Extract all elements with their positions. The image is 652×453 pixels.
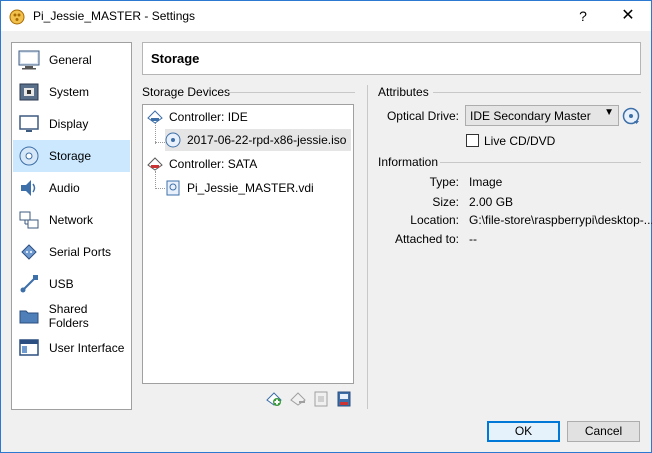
info-location-value: G:\file-store\raspberrypi\desktop-...	[469, 213, 652, 227]
storage-devices-title: Storage Devices	[142, 85, 231, 99]
live-cd-label[interactable]: Live CD/DVD	[484, 134, 555, 148]
window-title: Pi_Jessie_MASTER - Settings	[33, 9, 196, 23]
ok-button[interactable]: OK	[487, 421, 560, 442]
sidebar-item-system[interactable]: System	[13, 76, 130, 108]
information-divider	[440, 162, 641, 163]
sidebar-item-storage[interactable]: Storage	[13, 140, 130, 172]
settings-window: Pi_Jessie_MASTER - Settings ? ✕ General …	[0, 0, 652, 453]
remove-controller-icon	[290, 391, 306, 410]
sidebar-item-label: Storage	[49, 149, 92, 163]
info-attached-value: --	[469, 232, 477, 246]
info-size-label: Size:	[432, 195, 459, 209]
sidebar-item-user-interface[interactable]: User Interface	[13, 332, 130, 364]
attributes-title: Attributes	[378, 85, 429, 99]
attachment-iso[interactable]: 2017-06-22-rpd-x86-jessie.iso	[165, 129, 351, 151]
storage-icon	[17, 144, 41, 168]
info-type-value: Image	[469, 175, 503, 189]
sidebar-item-label: Serial Ports	[49, 245, 112, 259]
display-icon	[17, 112, 41, 136]
sidebar-item-audio[interactable]: Audio	[13, 172, 130, 204]
chevron-down-icon: ▼	[604, 107, 614, 118]
usb-icon	[17, 272, 41, 296]
sidebar-item-label: Shared Folders	[48, 302, 89, 330]
sidebar-item-display[interactable]: Display	[13, 108, 130, 140]
controller-sata-label: Controller: SATA	[169, 157, 258, 171]
sidebar-item-label: Network	[49, 213, 94, 227]
user-interface-icon	[17, 336, 41, 360]
sata-controller-icon	[147, 156, 163, 172]
help-button[interactable]: ?	[571, 1, 595, 31]
optical-drive-select[interactable]: IDE Secondary Master ▼	[465, 105, 619, 126]
attachment-vdi[interactable]: Pi_Jessie_MASTER.vdi	[165, 177, 351, 199]
sidebar-item-usb[interactable]: USB	[13, 268, 130, 300]
audio-icon	[17, 176, 41, 200]
info-location-label: Location:	[410, 213, 459, 227]
sidebar-item-label: Display	[49, 117, 89, 131]
sidebar-item-label: Audio	[49, 181, 80, 195]
live-cd-checkbox[interactable]	[466, 134, 479, 147]
close-button[interactable]: ✕	[605, 1, 651, 31]
storage-tree[interactable]: Controller: IDE 2017-06-22-rpd-x86-jessi…	[142, 104, 354, 384]
shared-folders-icon	[17, 304, 41, 328]
optical-disc-chooser-icon	[622, 107, 640, 128]
optical-drive-value: IDE Secondary Master	[470, 109, 591, 123]
attachment-vdi-label: Pi_Jessie_MASTER.vdi	[187, 181, 314, 195]
attributes-divider	[433, 92, 641, 93]
controller-ide-label: Controller: IDE	[169, 110, 248, 124]
remove-attachment-icon	[336, 391, 352, 410]
attachment-iso-label: 2017-06-22-rpd-x86-jessie.iso	[187, 133, 347, 147]
optical-disc-icon	[165, 132, 181, 148]
tree-connector	[155, 188, 165, 189]
cancel-button[interactable]: Cancel	[567, 421, 640, 442]
settings-sidebar: General System Display Storage Audio Net…	[11, 42, 132, 410]
network-icon	[17, 208, 41, 232]
info-size-value: 2.00 GB	[469, 195, 514, 209]
hard-disk-icon	[165, 180, 181, 196]
sidebar-item-label: USB	[49, 277, 74, 291]
choose-disk-button[interactable]	[622, 107, 640, 125]
add-hard-disk-icon	[313, 391, 329, 410]
remove-controller-button[interactable]	[289, 391, 307, 409]
serial-ports-icon	[17, 240, 41, 264]
panel-divider	[367, 85, 368, 409]
tree-connector	[155, 142, 165, 143]
sidebar-item-label: General	[49, 53, 92, 67]
page-header: Storage	[142, 42, 641, 75]
info-type-label: Type:	[429, 175, 459, 189]
system-icon	[17, 80, 41, 104]
sidebar-item-serial-ports[interactable]: Serial Ports	[13, 236, 130, 268]
general-icon	[17, 48, 41, 72]
controller-sata[interactable]: Controller: SATA	[147, 153, 351, 175]
sidebar-item-network[interactable]: Network	[13, 204, 130, 236]
sidebar-item-shared-folders[interactable]: Shared Folders	[13, 300, 130, 332]
sidebar-item-label: User Interface	[49, 341, 125, 355]
controller-ide[interactable]: Controller: IDE	[147, 106, 351, 128]
storage-devices-divider	[227, 92, 355, 93]
information-title: Information	[378, 155, 439, 169]
title-bar: Pi_Jessie_MASTER - Settings ? ✕	[1, 1, 651, 31]
page-title: Storage	[151, 51, 200, 66]
remove-attachment-button[interactable]	[335, 391, 353, 409]
sidebar-item-general[interactable]: General	[13, 44, 130, 76]
ide-controller-icon	[147, 109, 163, 125]
virtualbox-app-icon	[9, 9, 25, 25]
add-attachment-icon	[266, 391, 282, 410]
sidebar-item-label: System	[49, 85, 90, 99]
optical-drive-label: Optical Drive:	[386, 109, 459, 123]
info-attached-label: Attached to:	[394, 232, 459, 246]
add-hard-disk-button[interactable]	[312, 391, 330, 409]
add-attachment-button[interactable]	[265, 391, 283, 409]
